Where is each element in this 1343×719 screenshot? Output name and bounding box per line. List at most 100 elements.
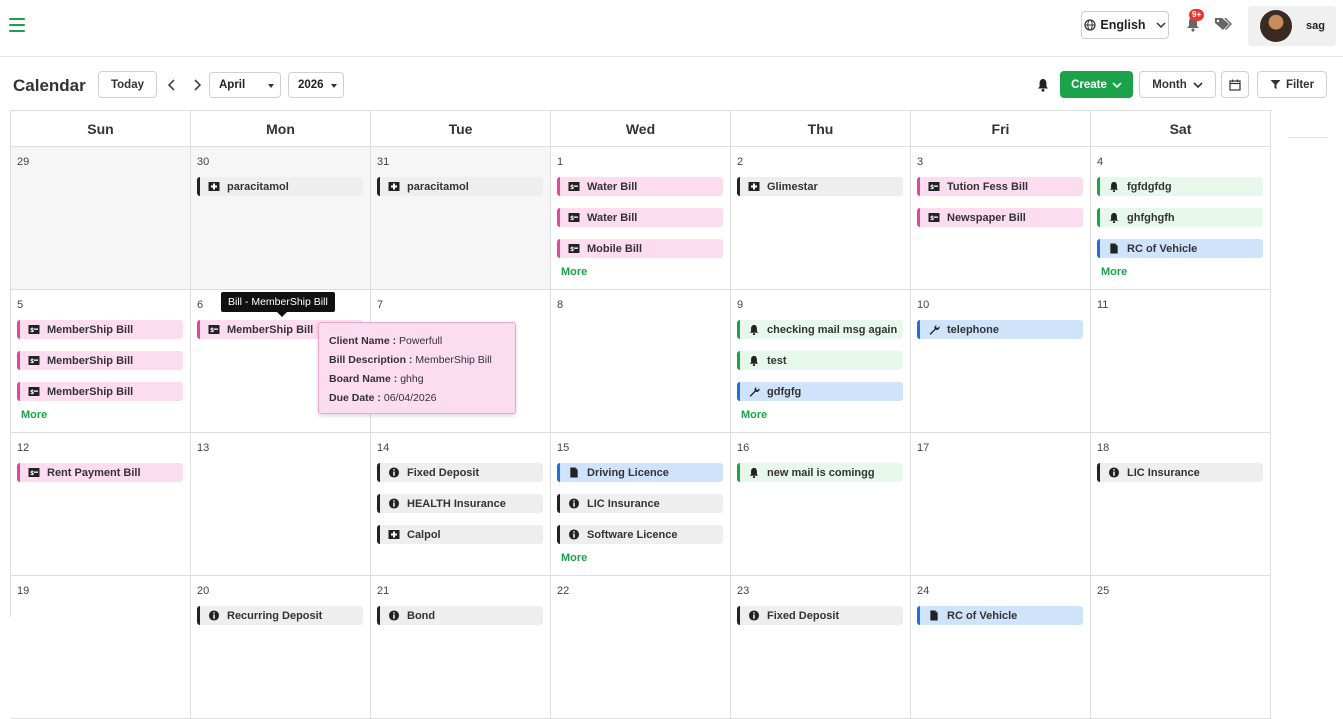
language-selector[interactable]: English — [1081, 11, 1169, 39]
event-chip[interactable]: $ MemberShip Bill — [17, 351, 183, 370]
day-cell[interactable]: 21 — [371, 576, 551, 719]
chevron-left-icon[interactable] — [168, 79, 176, 91]
day-cell[interactable]: 19 — [11, 576, 191, 719]
event-chip[interactable]: $ Newspaper Bill — [917, 208, 1083, 227]
event-title: ghfghgfh — [1127, 211, 1175, 224]
medicine-icon — [208, 181, 220, 192]
day-cell[interactable]: 24 — [911, 576, 1091, 719]
more-events-link[interactable]: More — [1101, 266, 1127, 278]
day-number: 2 — [737, 156, 744, 168]
event-chip[interactable]: paracitamol — [377, 177, 543, 196]
day-number: 17 — [917, 442, 930, 454]
event-chip[interactable]: Glimestar — [737, 177, 903, 196]
day-cell[interactable]: 23 — [731, 576, 911, 719]
event-chip[interactable]: paracitamol — [197, 177, 363, 196]
event-chip[interactable]: Software Licence — [557, 525, 723, 544]
bill-icon: $ — [928, 212, 940, 223]
create-label: Create — [1071, 78, 1107, 91]
event-chip[interactable]: LIC Insurance — [1097, 463, 1263, 482]
event-chip[interactable]: $ Water Bill — [557, 177, 723, 196]
bill-icon: $ — [208, 324, 220, 335]
day-cell[interactable]: 16 — [731, 433, 911, 576]
day-cell[interactable]: 25 — [1091, 576, 1271, 719]
event-title: RC of Vehicle — [1127, 242, 1198, 255]
event-chip[interactable]: $ Water Bill — [557, 208, 723, 227]
day-cell[interactable]: 10 — [911, 290, 1091, 433]
day-number: 31 — [377, 156, 390, 168]
info-icon — [1108, 467, 1120, 478]
event-chip[interactable]: Driving Licence — [557, 463, 723, 482]
event-chip[interactable]: RC of Vehicle — [1097, 239, 1263, 258]
event-chip[interactable]: ghfghgfh — [1097, 208, 1263, 227]
day-number: 22 — [557, 585, 570, 597]
bell-icon — [748, 467, 760, 479]
day-cell[interactable]: 11 — [1091, 290, 1271, 433]
chevron-right-icon[interactable] — [193, 79, 201, 91]
day-cell[interactable]: 31 — [371, 147, 551, 290]
chevron-down-icon — [1193, 81, 1203, 88]
day-number: 8 — [557, 299, 564, 311]
day-cell[interactable]: 12 — [11, 433, 191, 576]
event-title: LIC Insurance — [587, 497, 660, 510]
description-label: Bill Description : — [329, 354, 413, 366]
filter-button[interactable]: Filter — [1257, 71, 1327, 98]
event-chip[interactable]: telephone — [917, 320, 1083, 339]
day-cell[interactable]: 8 — [551, 290, 731, 433]
event-chip[interactable]: $ MemberShip Bill — [17, 382, 183, 401]
date-picker-button[interactable] — [1221, 71, 1249, 98]
day-number: 1 — [557, 156, 564, 168]
day-number: 6 — [197, 299, 204, 311]
event-chip[interactable]: test — [737, 351, 903, 370]
day-number: 23 — [737, 585, 750, 597]
today-button[interactable]: Today — [98, 71, 157, 98]
bell-icon — [1108, 212, 1120, 224]
day-number: 5 — [17, 299, 24, 311]
filter-icon — [1270, 80, 1281, 89]
day-number: 10 — [917, 299, 930, 311]
day-cell[interactable]: 22 — [551, 576, 731, 719]
day-cell[interactable]: 20 — [191, 576, 371, 719]
year-select[interactable]: 2026 — [288, 72, 344, 98]
day-cell[interactable]: 18 — [1091, 433, 1271, 576]
event-chip[interactable]: fgfdgfdg — [1097, 177, 1263, 196]
reminder-bell-icon[interactable] — [1037, 78, 1049, 92]
event-chip[interactable]: Calpol — [377, 525, 543, 544]
view-select[interactable]: Month — [1139, 71, 1216, 98]
client-row: Client Name : Powerfull — [329, 332, 505, 351]
more-events-link[interactable]: More — [561, 552, 587, 564]
event-chip[interactable]: $ Tution Fess Bill — [917, 177, 1083, 196]
tags-icon[interactable] — [1214, 17, 1232, 31]
event-title: Newspaper Bill — [947, 211, 1026, 224]
day-cell[interactable]: 13 — [191, 433, 371, 576]
more-events-link[interactable]: More — [561, 266, 587, 278]
day-number: 3 — [917, 156, 924, 168]
day-number: 9 — [737, 299, 744, 311]
event-chip[interactable]: gdfgfg — [737, 382, 903, 401]
more-events-link[interactable]: More — [21, 409, 47, 421]
month-select[interactable]: April — [209, 72, 281, 98]
event-chip[interactable]: HEALTH Insurance — [377, 494, 543, 513]
event-chip[interactable]: Fixed Deposit — [377, 463, 543, 482]
event-chip[interactable]: $ Mobile Bill — [557, 239, 723, 258]
event-chip[interactable]: $ MemberShip Bill — [17, 320, 183, 339]
event-chip[interactable]: $ Rent Payment Bill — [17, 463, 183, 482]
event-title: LIC Insurance — [1127, 466, 1200, 479]
event-chip[interactable]: LIC Insurance — [557, 494, 723, 513]
info-icon — [388, 467, 400, 478]
event-chip[interactable]: checking mail msg again — [737, 320, 903, 339]
day-cell[interactable]: 2 — [731, 147, 911, 290]
day-number: 15 — [557, 442, 570, 454]
bill-icon: $ — [28, 386, 40, 397]
event-chip[interactable]: new mail is comingg — [737, 463, 903, 482]
bill-icon: $ — [568, 181, 580, 192]
user-menu[interactable]: sag — [1248, 6, 1336, 46]
day-cell[interactable]: 29 — [11, 147, 191, 290]
day-number: 14 — [377, 442, 390, 454]
more-events-link[interactable]: More — [741, 409, 767, 421]
day-cell[interactable]: 30 — [191, 147, 371, 290]
day-cell[interactable]: 17 — [911, 433, 1091, 576]
create-button[interactable]: Create — [1060, 71, 1133, 98]
calendar-toolbar: Calendar Today April 2026 Create Month F… — [0, 60, 1343, 110]
hamburger-menu-icon[interactable] — [9, 18, 25, 34]
event-title: Calpol — [407, 528, 441, 541]
